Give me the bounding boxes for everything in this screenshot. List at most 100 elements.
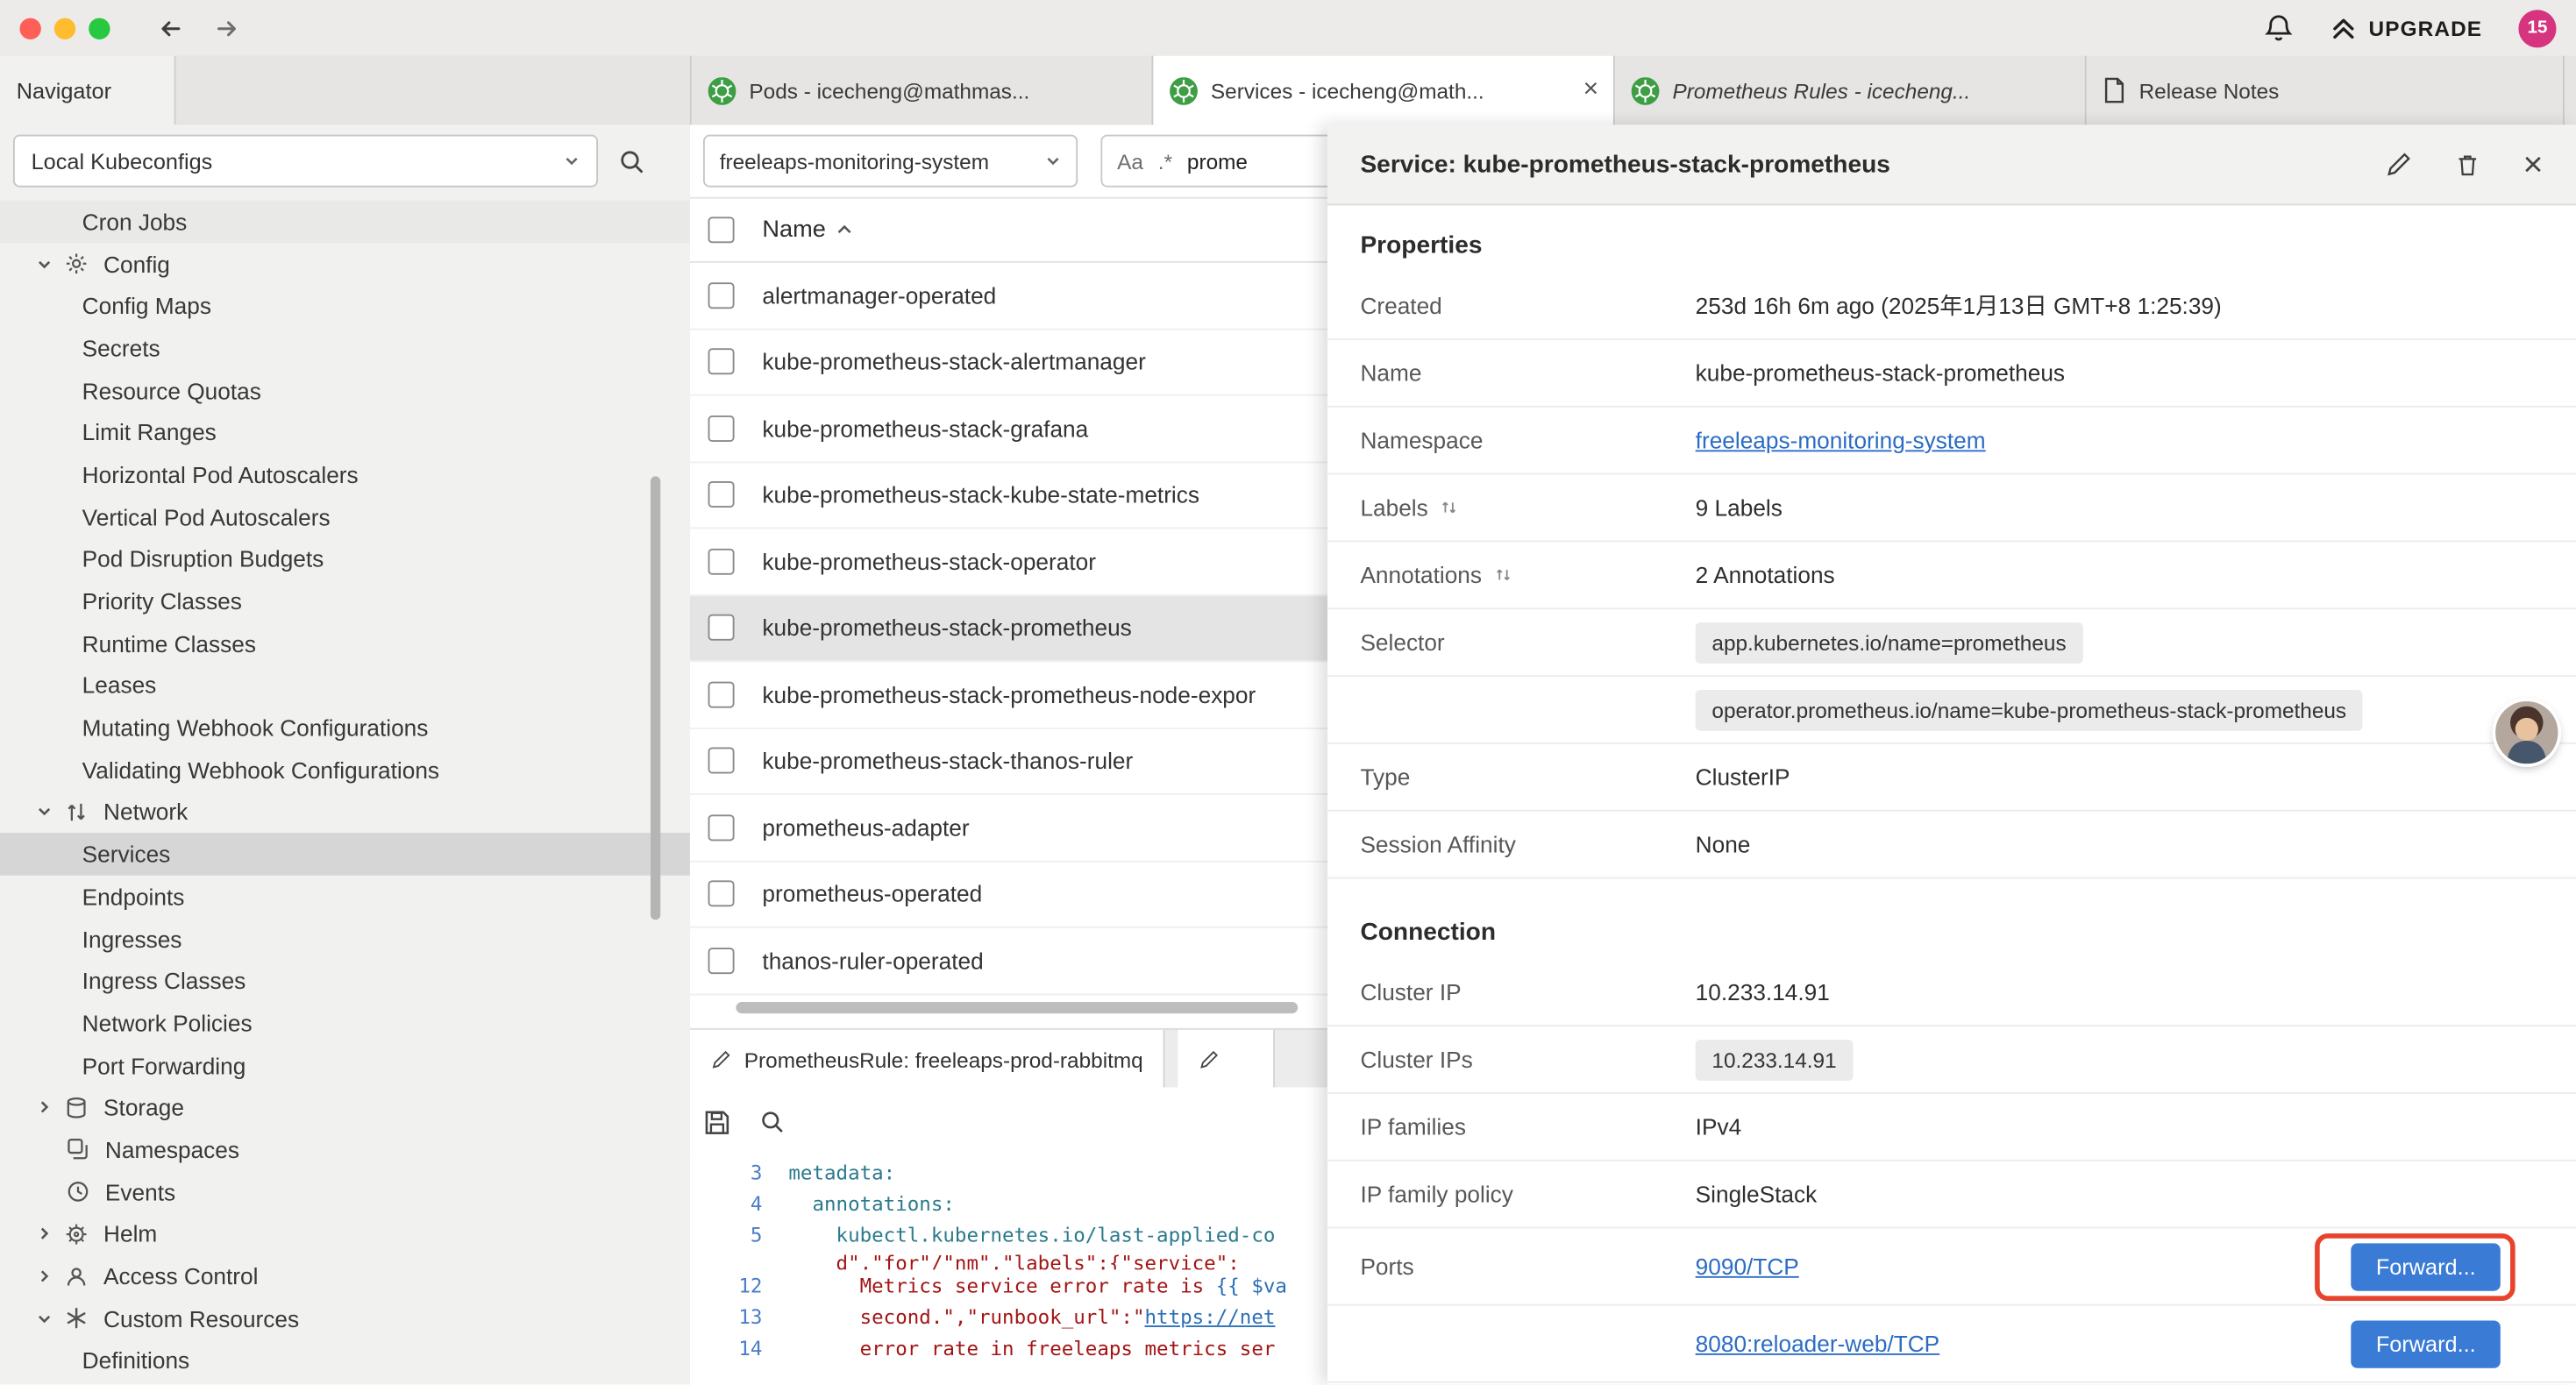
back-icon[interactable] (156, 14, 184, 42)
notification-count-badge[interactable]: 15 (2518, 9, 2556, 46)
service-name: kube-prometheus-stack-kube-state-metrics (762, 481, 1199, 508)
window-controls (19, 18, 110, 39)
row-checkbox[interactable] (708, 548, 735, 574)
tab-navigator[interactable]: Navigator (0, 56, 175, 125)
property-row-cluster-ip: Cluster IP 10.233.14.91 (1327, 959, 2576, 1026)
tab-argo[interactable]: Argo Se (2565, 56, 2576, 125)
edit-pencil-icon[interactable] (2383, 150, 2411, 178)
port-link-9090[interactable]: 9090/TCP (1696, 1254, 1799, 1280)
search-input[interactable]: Aa .* prome (1100, 135, 1327, 188)
selector-badge: operator.prometheus.io/name=kube-prometh… (1696, 689, 2363, 730)
sidebar-item-endpoints[interactable]: Endpoints (0, 876, 690, 918)
expand-updown-icon[interactable] (1493, 565, 1512, 585)
table-row[interactable]: thanos-ruler-operated (690, 928, 1327, 995)
notifications-bell-icon[interactable] (2264, 13, 2294, 43)
sidebar-item-storage[interactable]: Storage (0, 1086, 690, 1128)
sidebar-item-config-maps[interactable]: Config Maps (0, 285, 690, 327)
search-icon[interactable] (618, 147, 646, 175)
row-checkbox[interactable] (708, 349, 735, 375)
namespace-selector[interactable]: freeleaps-monitoring-system (703, 135, 1078, 188)
sidebar-item-network-policies[interactable]: Network Policies (0, 1002, 690, 1044)
avatar[interactable] (2495, 701, 2558, 764)
forward-icon[interactable] (214, 14, 242, 42)
sidebar-item-runtime-classes[interactable]: Runtime Classes (0, 622, 690, 664)
sidebar-item-validating-webhook-configurations[interactable]: Validating Webhook Configurations (0, 749, 690, 791)
sidebar-item-helm[interactable]: Helm (0, 1213, 690, 1255)
regex-toggle[interactable]: .* (1158, 149, 1172, 174)
row-checkbox[interactable] (708, 282, 735, 309)
sidebar-item-access-control[interactable]: Access Control (0, 1255, 690, 1297)
close-tab-icon[interactable]: × (1583, 77, 1599, 103)
table-row[interactable]: kube-prometheus-stack-operator (690, 529, 1327, 595)
select-all-checkbox[interactable] (708, 217, 735, 243)
sidebar-item-secrets[interactable]: Secrets (0, 327, 690, 369)
sidebar-item-events[interactable]: Events (0, 1171, 690, 1213)
close-window-button[interactable] (19, 18, 40, 39)
table-row[interactable]: prometheus-adapter (690, 795, 1327, 862)
row-checkbox[interactable] (708, 948, 735, 974)
sidebar-item-vertical-pod-autoscalers[interactable]: Vertical Pod Autoscalers (0, 496, 690, 538)
tab-bar: Navigator Pods - icecheng@mathmas... Ser… (0, 56, 2576, 127)
tab-pods[interactable]: Pods - icecheng@mathmas... (692, 56, 1154, 125)
table-row[interactable]: prometheus-operated (690, 862, 1327, 928)
namespace-link[interactable]: freeleaps-monitoring-system (1696, 427, 1986, 453)
sidebar-item-network[interactable]: Network (0, 791, 690, 833)
sidebar-item-horizontal-pod-autoscalers[interactable]: Horizontal Pod Autoscalers (0, 453, 690, 495)
table-row-selected[interactable]: kube-prometheus-stack-prometheus (690, 595, 1327, 662)
search-icon[interactable] (759, 1109, 786, 1135)
horizontal-scrollbar[interactable] (736, 1002, 1298, 1013)
sidebar-item-cron-jobs[interactable]: Cron Jobs (0, 201, 690, 243)
row-checkbox[interactable] (708, 681, 735, 707)
sidebar-item-label: Validating Webhook Configurations (82, 756, 439, 783)
row-checkbox[interactable] (708, 614, 735, 641)
sidebar-item-limit-ranges[interactable]: Limit Ranges (0, 411, 690, 453)
sidebar-item-leases[interactable]: Leases (0, 664, 690, 707)
row-checkbox[interactable] (708, 748, 735, 774)
table-row[interactable]: kube-prometheus-stack-kube-state-metrics (690, 462, 1327, 529)
sidebar-item-resource-quotas[interactable]: Resource Quotas (0, 369, 690, 411)
kubeconfig-selector[interactable]: Local Kubeconfigs (13, 135, 598, 188)
editor-tab-prometheusrule[interactable]: PrometheusRule: freeleaps-prod-rabbitmq (690, 1030, 1164, 1089)
table-row[interactable]: kube-prometheus-stack-prometheus-node-ex… (690, 662, 1327, 728)
sidebar-item-services[interactable]: Services (0, 834, 690, 876)
row-checkbox[interactable] (708, 881, 735, 907)
sidebar-item-definitions[interactable]: Definitions (0, 1339, 690, 1381)
table-row[interactable]: kube-prometheus-stack-alertmanager (690, 330, 1327, 396)
sort-asc-icon (836, 224, 852, 237)
forward-button-9090[interactable]: Forward... (2352, 1242, 2501, 1289)
navigator-label: Navigator (17, 78, 111, 103)
save-icon[interactable] (703, 1108, 731, 1136)
port-link-8080[interactable]: 8080:reloader-web/TCP (1696, 1331, 1940, 1357)
forward-button-8080[interactable]: Forward... (2352, 1320, 2501, 1367)
upgrade-button[interactable]: UPGRADE (2330, 14, 2483, 42)
editor-tab-partial[interactable] (1178, 1030, 1275, 1089)
sidebar-item-config[interactable]: Config (0, 243, 690, 285)
close-icon[interactable]: × (2523, 147, 2544, 181)
sidebar-item-port-forwarding[interactable]: Port Forwarding (0, 1044, 690, 1086)
minimize-window-button[interactable] (54, 18, 75, 39)
sidebar-item-priority-classes[interactable]: Priority Classes (0, 580, 690, 622)
table-row[interactable]: kube-prometheus-stack-thanos-ruler (690, 728, 1327, 795)
table-row[interactable]: kube-prometheus-stack-grafana (690, 396, 1327, 463)
table-row[interactable]: alertmanager-operated (690, 263, 1327, 330)
zoom-window-button[interactable] (89, 18, 110, 39)
match-case-toggle[interactable]: Aa (1117, 149, 1143, 174)
row-checkbox[interactable] (708, 481, 735, 508)
sidebar-item-namespaces[interactable]: Namespaces (0, 1128, 690, 1170)
name-column-header[interactable]: Name (762, 217, 825, 243)
sidebar-item-pod-disruption-budgets[interactable]: Pod Disruption Budgets (0, 538, 690, 580)
row-checkbox[interactable] (708, 814, 735, 841)
tab-prometheus-rules[interactable]: Prometheus Rules - icecheng... (1615, 56, 2087, 125)
sidebar-scrollbar[interactable] (651, 476, 660, 920)
sidebar-item-mutating-webhook-configurations[interactable]: Mutating Webhook Configurations (0, 707, 690, 749)
delete-trash-icon[interactable] (2454, 150, 2480, 178)
sidebar-item-ingress-classes[interactable]: Ingress Classes (0, 960, 690, 1002)
sidebar-item-custom-resources[interactable]: Custom Resources (0, 1297, 690, 1339)
tab-services[interactable]: Services - icecheng@math... × (1153, 56, 1615, 125)
expand-updown-icon[interactable] (1440, 498, 1459, 517)
sidebar-item-ingresses[interactable]: Ingresses (0, 918, 690, 960)
yaml-editor[interactable]: 3metadata: 4 annotations: 5 kubectl.kube… (690, 1156, 1327, 1384)
tab-release-notes[interactable]: Release Notes (2087, 56, 2565, 125)
row-checkbox[interactable] (708, 416, 735, 442)
drawer-header: Service: kube-prometheus-stack-prometheu… (1327, 124, 2576, 205)
